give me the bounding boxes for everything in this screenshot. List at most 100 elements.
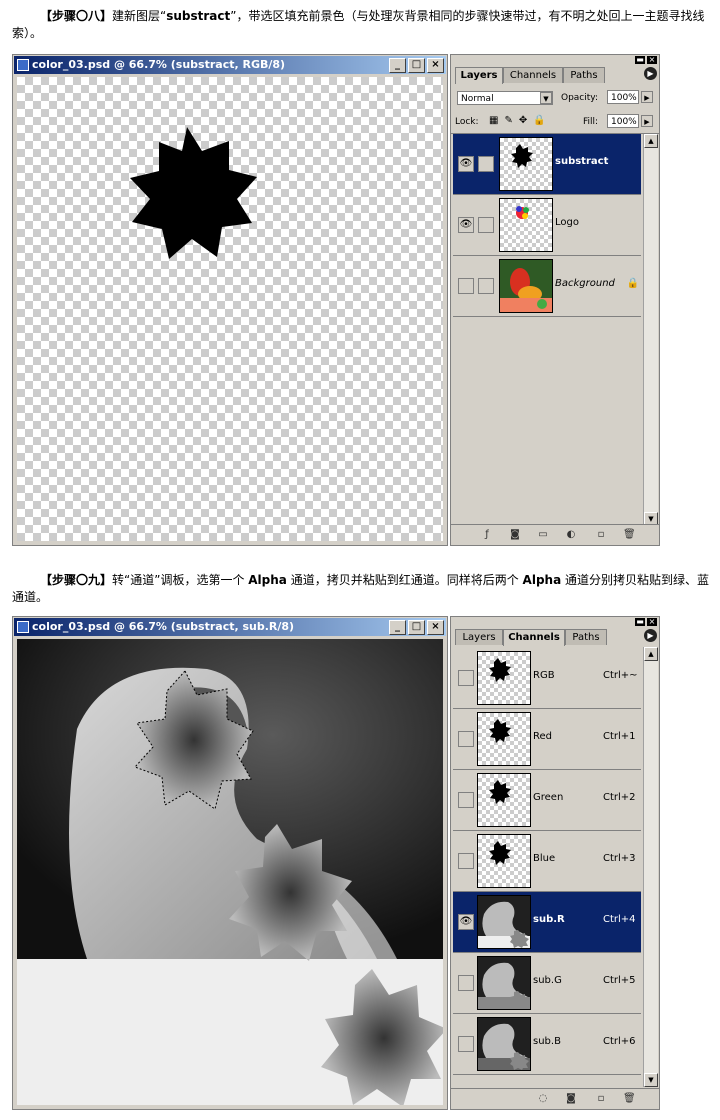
canvas-transparent[interactable]	[17, 77, 443, 541]
panel-minimize-icon[interactable]: ▬	[635, 56, 645, 64]
eye-icon[interactable]: 👁	[458, 217, 474, 233]
lock-icon: 🔒	[626, 278, 639, 289]
eye-box-empty[interactable]	[458, 670, 474, 686]
channel-shortcut: Ctrl+6	[603, 1036, 636, 1047]
maximize-button[interactable]: □	[408, 58, 425, 73]
channel-name: RGB	[533, 670, 555, 681]
tab-layers[interactable]: Layers	[455, 67, 503, 84]
opacity-label: Opacity:	[561, 93, 598, 103]
channel-shortcut: Ctrl+4	[603, 914, 636, 925]
close-button[interactable]: ×	[427, 58, 444, 73]
channels-scrollbar[interactable]: ▲ ▼	[643, 647, 658, 1087]
channel-name: Blue	[533, 853, 556, 864]
window2-titlebar[interactable]: color_03.psd @ 66.7% (substract, sub.R/8…	[14, 618, 446, 636]
tab-channels[interactable]: Channels	[503, 67, 563, 83]
channel-row[interactable]: sub.B Ctrl+6	[453, 1014, 641, 1075]
layer-name: substract	[555, 156, 609, 167]
eye-box-empty[interactable]	[458, 278, 474, 294]
panel-menu-arrow-icon[interactable]: ▶	[644, 629, 657, 642]
panel-top-bar: ▬ ×	[451, 617, 659, 627]
fill-field[interactable]: 100%	[607, 114, 639, 128]
opacity-arrow-icon[interactable]: ▶	[641, 91, 653, 103]
layer-name: Background	[555, 278, 615, 289]
channels-bottom-bar: ◌ ◙ ▫ 🗑	[451, 1088, 659, 1109]
eye-box-empty[interactable]	[458, 1036, 474, 1052]
channel-shortcut: Ctrl+~	[603, 670, 638, 681]
scroll-up-icon[interactable]: ▲	[644, 647, 658, 661]
close-button[interactable]: ×	[427, 620, 444, 635]
channel-thumbnail	[477, 895, 531, 949]
channel-row[interactable]: RGB Ctrl+~	[453, 648, 641, 709]
eye-icon[interactable]: 👁	[458, 156, 474, 172]
eye-box-empty[interactable]	[458, 792, 474, 808]
trash-icon[interactable]: 🗑	[623, 1093, 636, 1105]
link-box[interactable]	[478, 217, 494, 233]
panel-menu-arrow-icon[interactable]: ▶	[644, 67, 657, 80]
layer-row-logo[interactable]: 👁 Logo	[453, 195, 641, 256]
channel-row[interactable]: Green Ctrl+2	[453, 770, 641, 831]
window2-title: color_03.psd @ 66.7% (substract, sub.R/8…	[32, 620, 295, 633]
channel-row[interactable]: Blue Ctrl+3	[453, 831, 641, 892]
minimize-button[interactable]: _	[389, 58, 406, 73]
step9-text-b: 通道，拷贝并粘贴到红通道。同样将后两个	[286, 573, 523, 587]
brush-icon[interactable]	[478, 156, 494, 172]
channel-thumbnail	[477, 773, 531, 827]
layers-panel: ▬ × Layers Channels Paths ▶ Normal ▼ Opa…	[450, 54, 660, 546]
folder-icon[interactable]: ▭	[537, 529, 549, 541]
chevron-down-icon[interactable]: ▼	[540, 92, 552, 104]
tab-paths[interactable]: Paths	[563, 67, 605, 83]
channel-thumbnail	[477, 1017, 531, 1071]
link-box[interactable]	[478, 278, 494, 294]
photoshop-doc-icon	[17, 59, 29, 71]
opacity-field[interactable]: 100%	[607, 90, 639, 104]
minimize-button[interactable]: _	[389, 620, 406, 635]
layers-scrollbar[interactable]: ▲ ▼	[643, 134, 658, 526]
eye-box-empty[interactable]	[458, 853, 474, 869]
step8-paragraph: 【步骤〇八】建新图层“substract”，带选区填充前景色（与处理灰背景相同的…	[12, 8, 712, 42]
eye-box-empty[interactable]	[458, 975, 474, 991]
maximize-button[interactable]: □	[408, 620, 425, 635]
panel-close-icon[interactable]: ×	[647, 56, 657, 64]
step8-layer-name: substract	[166, 9, 231, 23]
channels-panel: ▬ × Layers Channels Paths ▶ RGB Ctrl+~ Red…	[450, 616, 660, 1110]
grayscale-parrot-image	[17, 639, 443, 1105]
channel-name: Green	[533, 792, 564, 803]
panel-minimize-icon[interactable]: ▬	[635, 618, 645, 626]
step8-heading: 【步骤〇八】	[40, 9, 113, 23]
channel-shortcut: Ctrl+1	[603, 731, 636, 742]
window1-titlebar[interactable]: color_03.psd @ 66.7% (substract, RGB/8) …	[14, 56, 446, 74]
scroll-down-icon[interactable]: ▼	[644, 1073, 658, 1087]
channel-thumbnail	[477, 712, 531, 766]
trash-icon[interactable]: 🗑	[623, 529, 636, 541]
channel-row[interactable]: 👁 sub.R Ctrl+4	[453, 892, 641, 953]
channel-thumbnail	[477, 651, 531, 705]
new-channel-icon[interactable]: ▫	[595, 1093, 607, 1105]
panel-close-icon[interactable]: ×	[647, 618, 657, 626]
channel-name: sub.R	[533, 914, 565, 925]
channel-thumbnail	[477, 956, 531, 1010]
step9-heading: 【步骤〇九】	[40, 573, 113, 587]
eye-box-empty[interactable]	[458, 731, 474, 747]
save-selection-icon[interactable]: ◙	[565, 1093, 577, 1105]
lock-icons[interactable]: ▦✎✥🔒	[489, 115, 552, 126]
mask-icon[interactable]: ◙	[509, 529, 521, 541]
tab-channels[interactable]: Channels	[503, 629, 565, 646]
new-layer-icon[interactable]: ▫	[595, 529, 607, 541]
eye-icon[interactable]: 👁	[458, 914, 474, 930]
layers-bottom-bar: ƒ ◙ ▭ ◐ ▫ 🗑	[451, 524, 659, 545]
tab-paths[interactable]: Paths	[565, 629, 607, 645]
load-selection-icon[interactable]: ◌	[537, 1093, 549, 1105]
document-window-2: color_03.psd @ 66.7% (substract, sub.R/8…	[12, 616, 448, 1110]
tab-layers[interactable]: Layers	[455, 629, 503, 645]
channel-row[interactable]: Red Ctrl+1	[453, 709, 641, 770]
layer-style-icon[interactable]: ƒ	[481, 529, 493, 541]
channel-shortcut: Ctrl+5	[603, 975, 636, 986]
layer-row-background[interactable]: Background 🔒	[453, 256, 641, 317]
layer-row-substract[interactable]: 👁 substract	[453, 134, 641, 195]
channel-row[interactable]: sub.G Ctrl+5	[453, 953, 641, 1014]
scroll-up-icon[interactable]: ▲	[644, 134, 658, 148]
blend-mode-select[interactable]: Normal	[457, 91, 553, 105]
adjustment-icon[interactable]: ◐	[565, 529, 577, 541]
channel-canvas[interactable]	[17, 639, 443, 1105]
fill-arrow-icon[interactable]: ▶	[641, 115, 653, 127]
